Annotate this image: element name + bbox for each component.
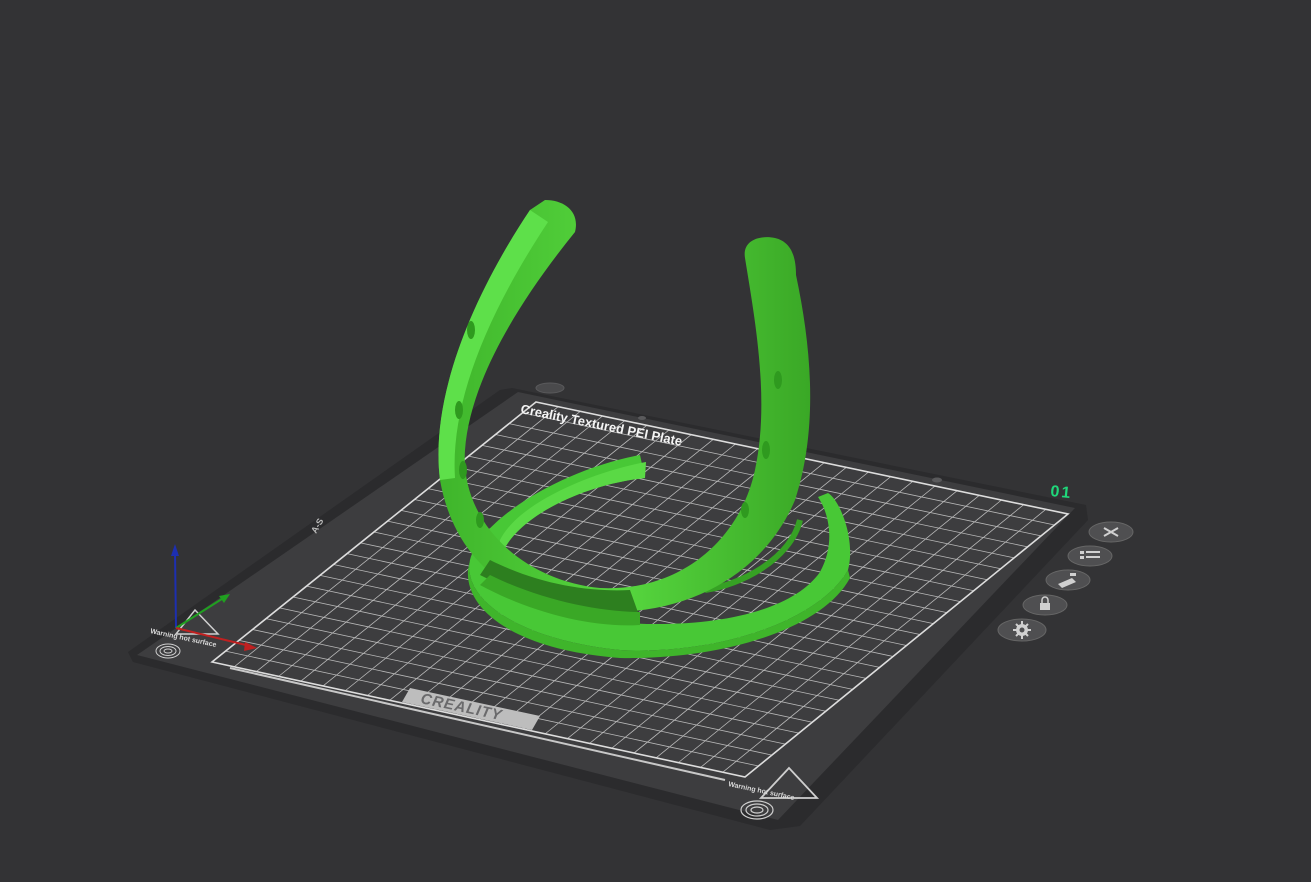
scene-canvas[interactable]: Creality Textured PEI Plate CREALITY A-S…: [0, 0, 1311, 882]
plate-settings-button[interactable]: [997, 618, 1047, 642]
3d-viewport[interactable]: Creality Textured PEI Plate CREALITY A-S…: [0, 0, 1311, 882]
plate-marker: [932, 477, 942, 483]
lock-plate-button[interactable]: [1022, 594, 1068, 616]
z-axis: [174, 551, 177, 629]
auto-orient-button[interactable]: [1045, 569, 1091, 591]
plate-marker: [638, 416, 646, 420]
delete-plate-button[interactable]: [1088, 521, 1134, 543]
plate-marker: [535, 382, 565, 394]
plate-number-label: 01: [1050, 483, 1073, 502]
z-axis-arrow: [171, 544, 179, 556]
arrange-button[interactable]: [1067, 545, 1113, 567]
